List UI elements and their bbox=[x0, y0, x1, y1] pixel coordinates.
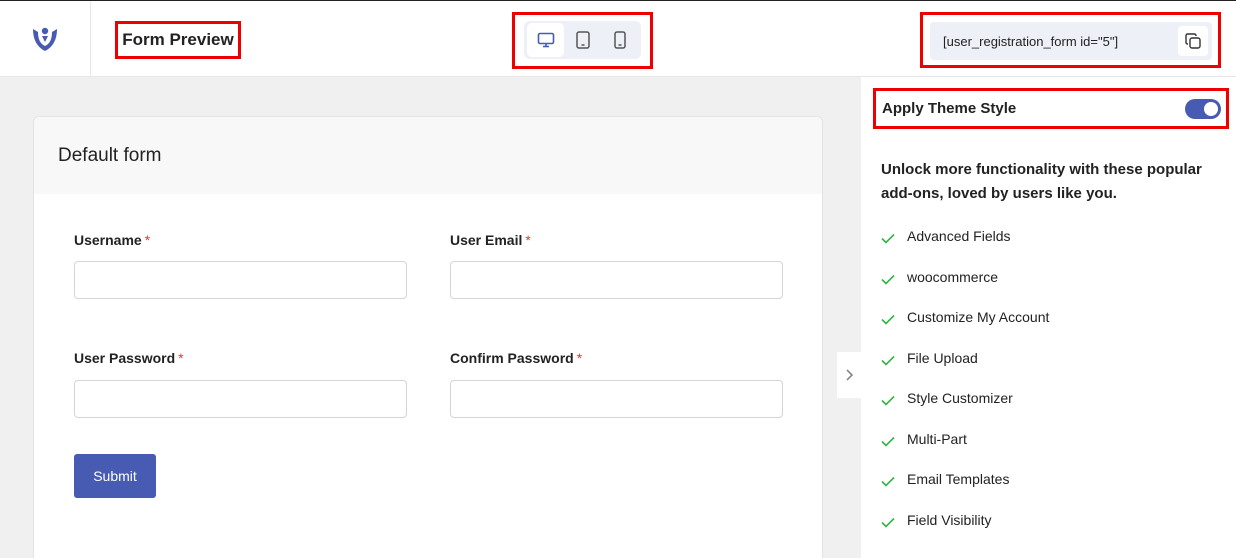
check-icon bbox=[881, 274, 895, 285]
addon-label: Email Templates bbox=[907, 471, 1010, 487]
top-bar: Form Preview [user_registration_form id=… bbox=[0, 0, 1236, 77]
desktop-icon bbox=[537, 32, 554, 48]
check-icon bbox=[881, 355, 895, 366]
copy-shortcode-button[interactable] bbox=[1178, 26, 1208, 56]
copy-icon bbox=[1185, 33, 1201, 49]
mobile-icon bbox=[613, 31, 626, 49]
addon-label: woocommerce bbox=[907, 268, 999, 285]
tablet-view-button[interactable] bbox=[564, 23, 601, 57]
check-icon bbox=[881, 314, 895, 325]
check-icon bbox=[881, 233, 895, 244]
page-title-highlight: Form Preview bbox=[115, 21, 241, 59]
apply-theme-style-toggle[interactable] bbox=[1185, 99, 1221, 119]
list-item: Advanced Fields bbox=[881, 228, 1049, 269]
addon-label: Customize My Account bbox=[907, 309, 1050, 325]
username-label: Username * bbox=[74, 232, 150, 248]
submit-button[interactable]: Submit bbox=[74, 454, 156, 498]
user-email-input[interactable] bbox=[450, 261, 783, 299]
addon-label: Multi-Part bbox=[907, 430, 967, 447]
shortcode-box: [user_registration_form id="5"] bbox=[930, 22, 1212, 60]
check-icon bbox=[881, 476, 895, 487]
user-password-label-text: User Password bbox=[74, 350, 176, 366]
username-label-text: Username bbox=[74, 232, 142, 248]
desktop-view-button[interactable] bbox=[527, 23, 564, 57]
addon-label: Style Customizer bbox=[907, 390, 1013, 406]
addons-promo-text: Unlock more functionality with these pop… bbox=[881, 161, 1202, 202]
form-card: Default form Username * User Email * User … bbox=[33, 116, 823, 558]
list-item: Multi-Part bbox=[881, 431, 1049, 472]
required-marker: * bbox=[525, 232, 531, 248]
confirm-password-label-text: Confirm Password bbox=[450, 350, 574, 366]
addon-label: File Upload bbox=[907, 349, 978, 366]
list-item: Customize My Account bbox=[881, 309, 1049, 350]
device-switcher-highlight bbox=[512, 12, 653, 69]
required-marker: * bbox=[178, 350, 184, 366]
logo[interactable] bbox=[0, 1, 91, 77]
shortcode-text: [user_registration_form id="5"] bbox=[943, 33, 1119, 49]
page-title: Form Preview bbox=[122, 30, 234, 49]
check-icon bbox=[881, 517, 895, 528]
addons-list: Advanced Fields woocommerce Customize My… bbox=[881, 228, 1049, 552]
tablet-icon bbox=[575, 31, 590, 49]
user-email-label: User Email * bbox=[450, 232, 531, 248]
apply-theme-style-highlight: Apply Theme Style bbox=[873, 88, 1229, 129]
check-icon bbox=[881, 436, 895, 447]
collapse-sidebar-button[interactable] bbox=[837, 352, 861, 398]
username-input[interactable] bbox=[74, 261, 407, 299]
form-title: Default form bbox=[58, 144, 162, 166]
user-email-label-text: User Email bbox=[450, 232, 523, 248]
list-item: File Upload bbox=[881, 350, 1049, 391]
mobile-view-button[interactable] bbox=[601, 23, 638, 57]
required-marker: * bbox=[576, 350, 583, 366]
user-registration-logo-icon bbox=[33, 27, 57, 51]
toggle-knob bbox=[1204, 102, 1218, 116]
form-header: Default form bbox=[34, 117, 822, 194]
apply-theme-style-label: Apply Theme Style bbox=[882, 100, 1017, 117]
addon-label: Field Visibility bbox=[907, 511, 992, 528]
list-item: Field Visibility bbox=[881, 512, 1049, 553]
required-marker: * bbox=[144, 232, 151, 248]
check-icon bbox=[881, 395, 895, 406]
chevron-right-icon bbox=[846, 369, 854, 381]
shortcode-highlight: [user_registration_form id="5"] bbox=[920, 12, 1221, 68]
user-password-input[interactable] bbox=[74, 380, 407, 418]
user-password-label: User Password * bbox=[74, 350, 184, 366]
list-item: Style Customizer bbox=[881, 390, 1049, 431]
device-switcher bbox=[524, 21, 641, 59]
addon-label: Advanced Fields bbox=[907, 228, 1011, 244]
confirm-password-label: Confirm Password * bbox=[450, 350, 582, 366]
confirm-password-input[interactable] bbox=[450, 380, 783, 418]
list-item: woocommerce bbox=[881, 269, 1049, 310]
list-item: Email Templates bbox=[881, 471, 1049, 512]
